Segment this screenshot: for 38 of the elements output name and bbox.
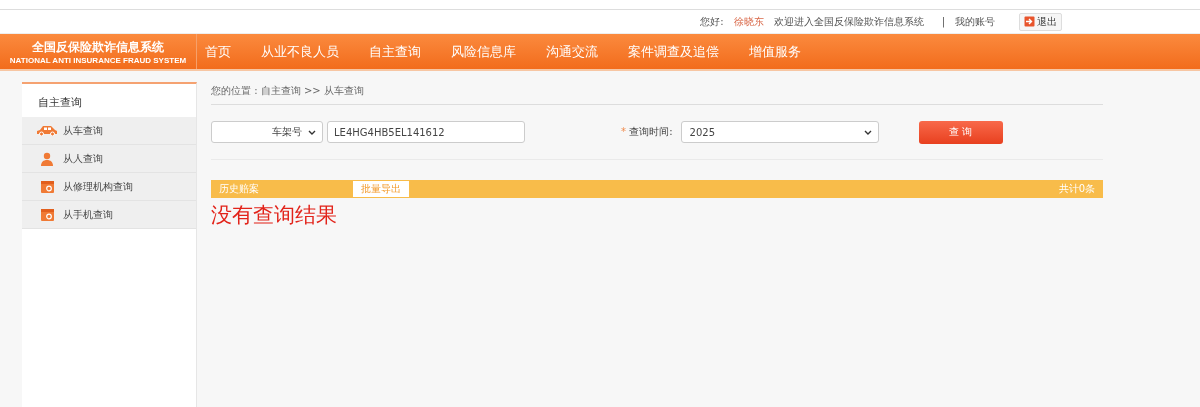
logout-button[interactable]: 退出 <box>1019 12 1062 31</box>
empty-message: 没有查询结果 <box>211 202 337 229</box>
calendar-icon <box>40 180 54 193</box>
time-label: * 查询时间: <box>621 125 673 139</box>
query-button[interactable]: 查 询 <box>918 120 1003 144</box>
car-icon <box>36 125 58 136</box>
nav-link[interactable]: 增值服务 <box>749 42 801 61</box>
greeting-text: 您好: <box>700 14 724 29</box>
nav-link[interactable]: 风险信息库 <box>451 42 516 61</box>
results-title: 历史赔案 <box>219 182 259 196</box>
separator-text: | <box>941 16 945 27</box>
nav-link[interactable]: 从业不良人员 <box>261 42 339 61</box>
sidebar-item[interactable]: 从车查询 <box>22 117 196 145</box>
site-logo[interactable]: 全国反保险欺诈信息系统 NATIONAL ANTI INSURANCE FRAUD SYSTEM <box>0 34 197 69</box>
type-select[interactable]: 车架号 <box>211 121 323 143</box>
nav-link[interactable]: 案件调查及追偿 <box>628 42 719 61</box>
sidebar-item[interactable]: 从修理机构查询 <box>22 173 196 201</box>
person-icon <box>40 151 54 166</box>
export-button[interactable]: 批量导出 <box>353 181 409 197</box>
logout-icon <box>1024 16 1035 27</box>
nav-link[interactable]: 自主查询 <box>369 42 421 61</box>
welcome-text: 欢迎进入全国反保险欺诈信息系统 <box>773 14 924 29</box>
sidebar-title: 自主查询 <box>37 95 83 111</box>
logo-title: 全国反保险欺诈信息系统 <box>32 38 164 56</box>
breadcrumb: 您的位置 : 自主查询 >> 从车查询 <box>211 82 1103 105</box>
logo-subtitle: NATIONAL ANTI INSURANCE FRAUD SYSTEM <box>9 55 187 65</box>
sidebar-item[interactable]: 从手机查询 <box>22 201 196 229</box>
nav-link[interactable]: 首页 <box>205 42 231 61</box>
chevron-down-icon <box>308 129 316 135</box>
vin-input[interactable]: LE4HG4HB5EL141612 <box>327 121 525 143</box>
total-count: 共计0条 <box>1058 182 1095 196</box>
user-name: 徐晓东 <box>733 14 764 29</box>
time-select[interactable]: 2025 <box>680 121 879 143</box>
calendar-icon <box>40 208 54 221</box>
chevron-down-icon <box>863 129 872 135</box>
account-link[interactable]: 我的账号 <box>955 14 995 29</box>
sidebar-item[interactable]: 从人查询 <box>22 145 196 173</box>
nav-link[interactable]: 沟通交流 <box>546 42 598 61</box>
